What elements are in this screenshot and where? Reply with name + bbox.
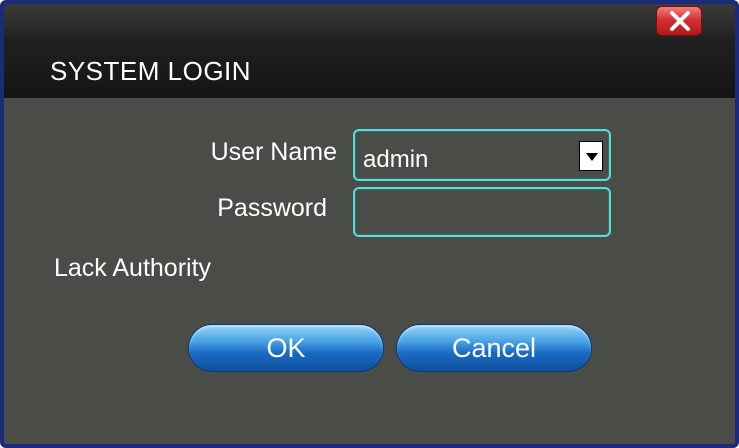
password-field[interactable] xyxy=(353,187,611,237)
dialog-title: SYSTEM LOGIN xyxy=(50,56,252,86)
cancel-button[interactable]: Cancel xyxy=(396,324,592,372)
login-dialog: SYSTEM LOGIN User Name admin Password La… xyxy=(0,0,739,448)
username-label: User Name xyxy=(210,138,337,166)
password-label: Password xyxy=(217,194,327,222)
close-button[interactable] xyxy=(656,6,702,36)
title-strip xyxy=(4,4,735,44)
username-dropdown[interactable]: admin xyxy=(353,129,611,181)
dropdown-button[interactable] xyxy=(579,141,603,171)
ok-button[interactable]: OK xyxy=(188,324,384,372)
chevron-down-icon xyxy=(586,153,598,161)
username-value: admin xyxy=(363,146,429,173)
title-bar: SYSTEM LOGIN xyxy=(4,4,735,98)
close-x-icon xyxy=(670,11,690,31)
status-message: Lack Authority xyxy=(54,254,212,282)
